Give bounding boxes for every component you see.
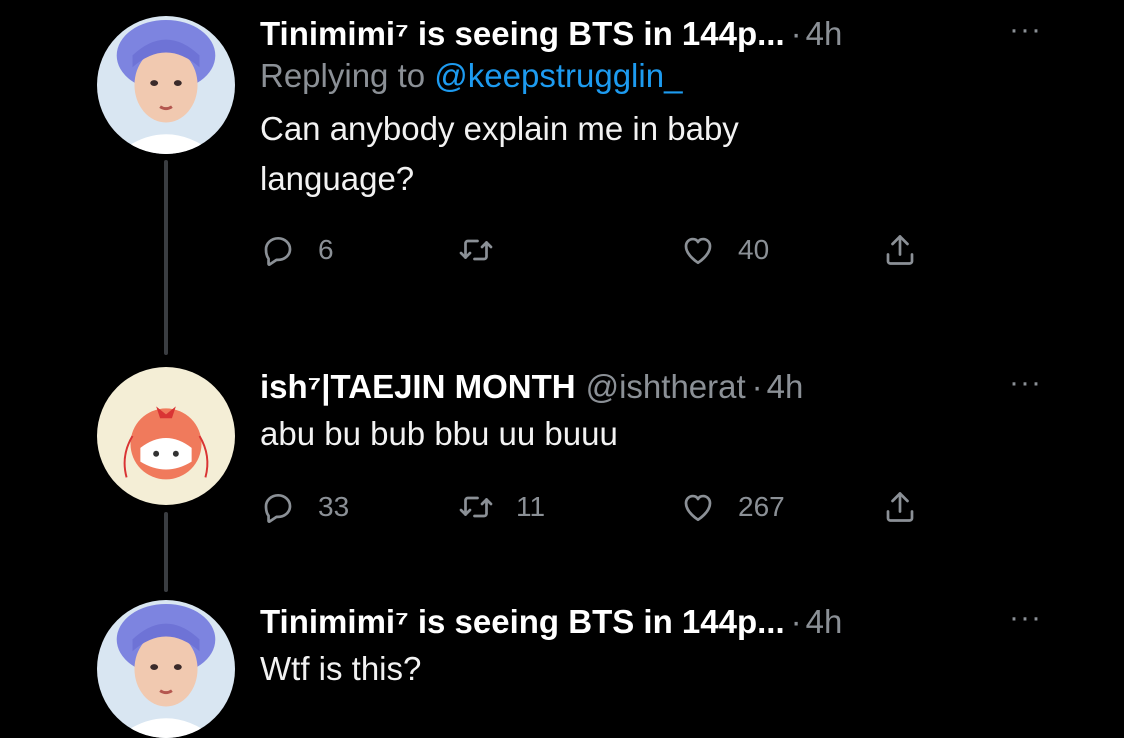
retweet-icon (458, 232, 494, 268)
avatar[interactable] (97, 16, 235, 154)
separator-dot: · (790, 603, 802, 640)
like-icon (680, 232, 716, 268)
more-icon[interactable]: ··· (1009, 368, 1042, 398)
more-icon[interactable]: ··· (1009, 15, 1042, 45)
like-count: 267 (738, 491, 785, 522)
tweet-header: Tinimimi⁷ is seeing BTS in 144p... · 4h (260, 602, 1064, 642)
display-name[interactable]: ish⁷|TAEJIN MONTH (260, 367, 576, 407)
tweet[interactable]: Tinimimi⁷ is seeing BTS in 144p... · 4h … (0, 0, 1124, 340)
avatar[interactable] (97, 600, 235, 738)
like-count: 40 (738, 234, 770, 265)
user-handle[interactable]: @ishtherat (586, 367, 746, 407)
share-button[interactable] (882, 489, 918, 525)
retweet-icon (458, 489, 494, 525)
avatar[interactable] (97, 367, 235, 505)
separator-dot: · (790, 15, 802, 52)
reply-count: 33 (318, 491, 350, 522)
replying-to-handle[interactable]: @keepstrugglin_ (434, 57, 682, 94)
more-icon[interactable]: ··· (1009, 603, 1042, 633)
reply-icon (260, 232, 296, 268)
reply-button[interactable]: 6 (260, 232, 334, 268)
reply-icon (260, 489, 296, 525)
retweet-button[interactable]: 11 (458, 489, 545, 525)
display-name[interactable]: Tinimimi⁷ is seeing BTS in 144p... (260, 14, 785, 54)
share-button[interactable] (882, 232, 918, 268)
tweet[interactable]: ish⁷|TAEJIN MONTH @ishtherat · 4h ··· ab… (0, 355, 1124, 555)
retweet-button[interactable] (458, 232, 494, 268)
tweet-header: Tinimimi⁷ is seeing BTS in 144p... · 4h (260, 14, 1064, 54)
like-button[interactable]: 40 (680, 232, 769, 268)
timestamp[interactable]: 4h (767, 367, 804, 407)
tweet-text-line: language? (260, 160, 415, 197)
tweet-text-line: abu bu bub bbu uu buuu (260, 415, 618, 452)
tweet-text-line: Can anybody explain me in baby (260, 110, 739, 147)
replying-to-label: Replying to (260, 57, 426, 94)
action-bar: 6 40 (260, 232, 1064, 276)
retweet-count: 11 (516, 491, 546, 522)
tweet-text: Wtf is this? (260, 644, 1064, 694)
reply-button[interactable]: 33 (260, 489, 349, 525)
separator-dot: · (751, 368, 763, 405)
tweet[interactable]: Tinimimi⁷ is seeing BTS in 144p... · 4h … (0, 590, 1124, 738)
timestamp[interactable]: 4h (806, 14, 843, 54)
tweet-header: ish⁷|TAEJIN MONTH @ishtherat · 4h (260, 367, 1064, 407)
like-icon (680, 489, 716, 525)
display-name[interactable]: Tinimimi⁷ is seeing BTS in 144p... (260, 602, 785, 642)
action-bar: 33 11 267 (260, 489, 1064, 533)
reply-count: 6 (318, 234, 334, 265)
tweet-text: Can anybody explain me in baby language? (260, 104, 1064, 204)
tweet-text: abu bu bub bbu uu buuu (260, 409, 1064, 459)
timestamp[interactable]: 4h (806, 602, 843, 642)
share-icon (882, 232, 918, 268)
like-button[interactable]: 267 (680, 489, 785, 525)
replying-to: Replying to @keepstrugglin_ (260, 54, 1064, 98)
tweet-text-line: Wtf is this? (260, 650, 422, 687)
share-icon (882, 489, 918, 525)
